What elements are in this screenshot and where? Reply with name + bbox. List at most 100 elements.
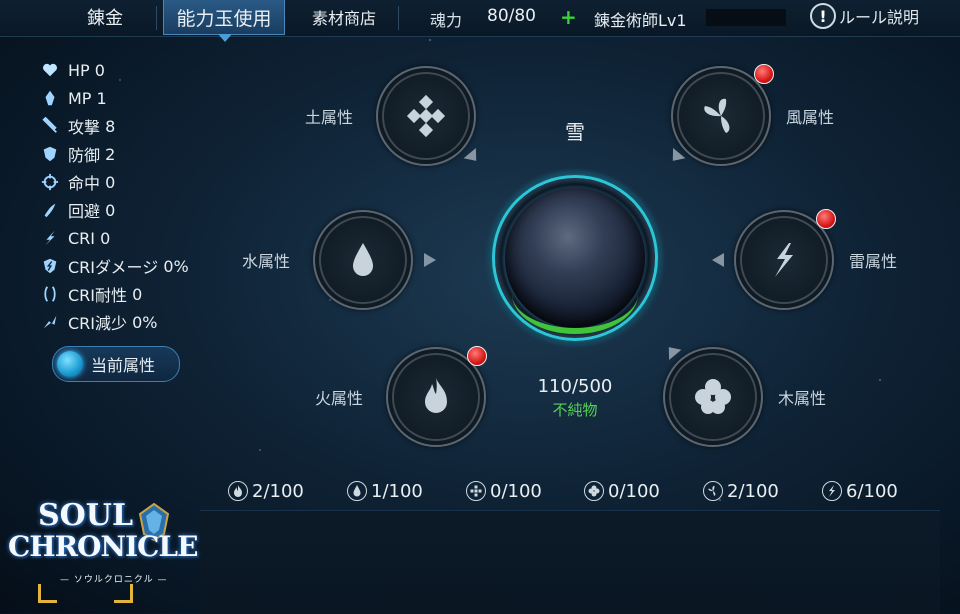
stat-value: 0% [163,256,189,276]
fire-icon [228,481,248,501]
stat-mp: MP 1 [40,86,107,110]
rules-button[interactable]: ! ルール説明 [810,3,919,29]
arrow-icon [463,148,483,166]
stat-value: 0% [132,312,158,332]
stat-value: 0 [105,200,116,220]
bottom-panel [200,510,940,614]
stat-label: 防御 [68,146,101,165]
crosshair-icon [40,172,60,192]
sword-icon [40,116,60,136]
top-bar: 錬金 能力玉使用 素材商店 魂力 80/80 + 錬金術師Lv1 ! ルール説明 [0,0,960,37]
tab-use-ability-orb[interactable]: 能力玉使用 [163,0,285,35]
wood-icon [695,379,731,414]
thunder-icon [775,243,793,277]
tab-alchemy[interactable]: 錬金 [60,0,150,34]
stat-label: CRI減少 [68,314,128,333]
wind-icon [703,481,723,501]
critical-damage-icon [40,256,60,276]
stat-value: 0 [105,172,116,192]
counter-value: 6/100 [846,480,898,502]
stat-label: CRI [68,228,96,248]
current-attribute-button[interactable]: 当前属性 [52,346,180,382]
counter-earth: 0/100 [466,479,542,503]
thunder-icon [822,481,842,501]
counter-wood: 0/100 [584,479,660,503]
wood-icon [584,481,604,501]
counter-water: 1/100 [347,479,423,503]
orb-title: 雪 [565,120,585,144]
soul-power-value: 80/80 [487,6,536,26]
notification-badge [467,346,487,366]
counter-value: 0/100 [608,480,660,502]
stat-defense: 防御 2 [40,142,115,166]
element-wood-button[interactable] [663,347,763,447]
stat-label: HP [68,60,90,80]
alchemist-level: 錬金術師Lv1 [594,11,687,30]
stat-label: CRIダメージ [68,258,159,277]
active-tab-indicator [218,34,232,42]
element-wind-label: 風属性 [786,108,835,127]
rules-label: ルール説明 [839,8,920,27]
stat-hp: HP 0 [40,58,105,82]
notification-badge [816,209,836,229]
counter-value: 1/100 [371,480,423,502]
stat-evasion: 回避 0 [40,198,115,222]
orb-icon [57,351,83,377]
stat-accuracy: 命中 0 [40,170,115,194]
game-logo: SOUL CHRONICLE — ソウルクロニクル — [4,480,204,613]
stat-critical-damage: CRIダメージ 0% [40,254,189,278]
element-earth-label: 土属性 [305,108,354,127]
current-attribute-label: 当前属性 [91,356,156,375]
logo-text: CHRONICLE [8,530,198,563]
orb-quality-text: 不純物 [552,401,598,419]
info-icon: ! [810,3,836,29]
stat-value: 0 [94,60,105,80]
stat-label: 攻撃 [68,118,101,137]
water-icon [353,243,373,276]
frame-corner [114,584,133,603]
evade-icon [40,200,60,220]
counter-fire: 2/100 [228,479,304,503]
heart-icon [40,60,60,80]
frame-corner [38,584,57,603]
stat-critical-reduce: CRI減少 0% [40,310,158,334]
stat-value: 0 [132,284,143,304]
stat-attack: 攻撃 8 [40,114,115,138]
plus-icon[interactable]: + [560,7,578,27]
mana-icon [40,88,60,108]
counter-value: 2/100 [727,480,779,502]
soul-power-label: 魂力 [430,11,463,30]
counter-value: 2/100 [252,480,304,502]
element-wood-label: 木属性 [778,389,827,408]
arrow-icon [712,253,724,267]
stat-label: MP [68,88,92,108]
element-water-label: 水属性 [242,252,291,271]
stats-panel: HP 0 MP 1 攻撃 8 防御 2 命中 0 回避 0 CRI 0 CRIダ… [30,50,202,390]
counter-thunder: 6/100 [822,479,898,503]
stat-label: 回避 [68,202,101,221]
stat-label: 命中 [68,174,101,193]
tab-divider [156,6,157,30]
counter-wind: 2/100 [703,479,779,503]
stat-value: 0 [100,228,111,248]
earth-icon [406,94,446,138]
stat-value: 2 [105,144,116,164]
shield-icon [40,144,60,164]
element-fire-label: 火属性 [315,389,364,408]
element-water-button[interactable] [313,210,413,310]
stat-value: 1 [96,88,107,108]
element-earth-button[interactable] [376,66,476,166]
level-bar [706,9,786,26]
notification-badge [754,64,774,84]
tab-divider [398,6,399,30]
arrow-icon [424,253,436,267]
tab-material-shop[interactable]: 素材商店 [296,0,392,34]
counter-value: 0/100 [490,480,542,502]
water-icon [347,481,367,501]
element-thunder-label: 雷属性 [849,252,898,271]
logo-text: SOUL [38,498,134,533]
critical-resist-icon [40,284,60,304]
stat-value: 8 [105,116,116,136]
critical-icon [40,228,60,248]
fire-icon [425,378,447,413]
